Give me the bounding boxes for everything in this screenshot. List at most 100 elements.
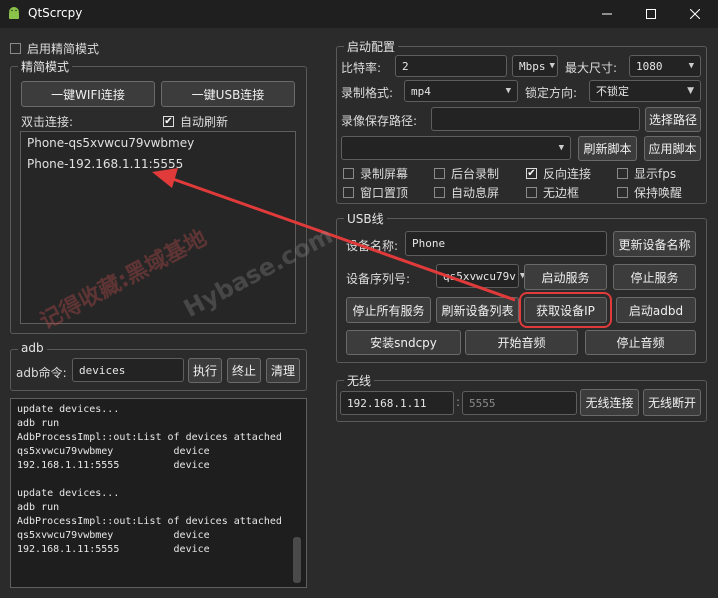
- device-list-item[interactable]: Phone-qs5xvwcu79vwbmey: [27, 136, 194, 150]
- stop-audio-button[interactable]: 停止音频: [585, 330, 696, 355]
- checkbox-box: [10, 43, 21, 54]
- checkbox-box: ✔: [163, 115, 174, 127]
- checkbox-label: 保持唤醒: [634, 186, 683, 200]
- minimize-icon: [602, 13, 612, 15]
- adb-group-title: adb: [18, 341, 47, 355]
- adb-command-input[interactable]: devices: [72, 358, 184, 382]
- bitrate-unit-select[interactable]: Mbps ▼: [512, 55, 558, 77]
- one-click-wifi-button[interactable]: 一键WIFI连接: [21, 81, 155, 107]
- max-size-select[interactable]: 1080 ▼: [629, 55, 701, 77]
- device-list-item[interactable]: Phone-192.168.1.11:5555: [27, 157, 183, 171]
- window-title: QtScrcpy: [28, 6, 83, 20]
- bitrate-input[interactable]: 2: [395, 55, 507, 77]
- chevron-down-icon: ▼: [687, 86, 694, 96]
- device-serial-value: qs5xvwcu79v: [443, 269, 516, 283]
- lock-orientation-label: 锁定方向:: [525, 86, 578, 100]
- device-name-label: 设备名称:: [346, 239, 399, 253]
- checkbox-box: [617, 168, 628, 179]
- checkbox-box: [343, 168, 354, 179]
- chevron-down-icon: ▼: [505, 86, 511, 96]
- auto-screen-off-checkbox[interactable]: 自动息屏: [434, 184, 499, 201]
- chevron-down-icon: ▼: [688, 61, 694, 71]
- record-screen-checkbox[interactable]: 录制屏幕: [343, 165, 408, 182]
- simple-mode-group-title: 精简模式: [18, 58, 73, 75]
- record-format-value: mp4: [411, 84, 431, 98]
- background-record-checkbox[interactable]: 后台录制: [434, 165, 499, 182]
- checkbox-box: [343, 187, 354, 198]
- record-format-label: 录制格式:: [341, 86, 394, 100]
- ip-port-separator: :: [456, 395, 461, 409]
- adb-command-label: adb命令:: [16, 366, 67, 380]
- wireless-disconnect-button[interactable]: 无线断开: [643, 389, 701, 416]
- bitrate-label: 比特率:: [341, 61, 382, 75]
- record-format-select[interactable]: mp4 ▼: [404, 80, 518, 102]
- android-app-icon: [9, 7, 19, 19]
- start-audio-button[interactable]: 开始音频: [465, 330, 578, 355]
- frameless-checkbox[interactable]: 无边框: [526, 184, 579, 201]
- install-sndcpy-button[interactable]: 安装sndcpy: [346, 330, 461, 355]
- usb-group-title: USB线: [344, 210, 387, 227]
- double-click-connect-label: 双击连接:: [21, 115, 74, 129]
- show-fps-checkbox[interactable]: 显示fps: [617, 165, 676, 182]
- checkbox-label: 录制屏幕: [360, 167, 409, 181]
- simple-mode-label: 启用精简模式: [27, 42, 100, 56]
- minimize-button[interactable]: [584, 0, 630, 28]
- checkbox-box: [617, 187, 628, 198]
- start-config-group-title: 启动配置: [344, 38, 399, 55]
- lock-orientation-value: 不锁定: [596, 85, 629, 98]
- stop-service-button[interactable]: 停止服务: [613, 264, 696, 290]
- update-device-name-button[interactable]: 更新设备名称: [613, 231, 696, 257]
- auto-refresh-checkbox[interactable]: ✔ 自动刷新: [163, 113, 228, 130]
- device-serial-select[interactable]: qs5xvwcu79v ▼: [436, 264, 525, 288]
- wireless-group-title: 无线: [344, 372, 375, 389]
- max-size-value: 1080: [636, 59, 663, 73]
- device-serial-label: 设备序列号:: [346, 272, 411, 286]
- checkbox-label: 显示fps: [634, 167, 677, 181]
- start-service-button[interactable]: 启动服务: [524, 264, 607, 290]
- checkbox-label: 自动息屏: [451, 186, 500, 200]
- wireless-connect-button[interactable]: 无线连接: [580, 389, 639, 416]
- maximize-icon: [646, 9, 656, 19]
- bitrate-unit-value: Mbps: [519, 59, 546, 73]
- keep-awake-checkbox[interactable]: 保持唤醒: [617, 184, 682, 201]
- checkbox-box: [434, 168, 445, 179]
- window-on-top-checkbox[interactable]: 窗口置顶: [343, 184, 408, 201]
- apply-script-button[interactable]: 应用脚本: [644, 136, 701, 161]
- clear-button[interactable]: 清理: [266, 358, 300, 383]
- wireless-port-input[interactable]: 5555: [462, 391, 577, 415]
- close-icon: [690, 9, 700, 19]
- close-button[interactable]: [672, 0, 718, 28]
- select-path-button[interactable]: 选择路径: [645, 107, 701, 132]
- start-adbd-button[interactable]: 启动adbd: [616, 297, 696, 323]
- terminate-button[interactable]: 终止: [227, 358, 261, 383]
- auto-refresh-label: 自动刷新: [180, 115, 229, 129]
- checkbox-box: ✔: [526, 167, 537, 179]
- simple-mode-checkbox[interactable]: 启用精简模式: [10, 40, 99, 57]
- console-scrollbar[interactable]: [293, 537, 301, 583]
- checkbox-label: 反向连接: [543, 167, 592, 181]
- checkbox-label: 后台录制: [451, 167, 500, 181]
- checkbox-label: 无边框: [543, 186, 580, 200]
- chevron-down-icon: ▼: [549, 61, 555, 71]
- refresh-script-button[interactable]: 刷新脚本: [578, 136, 637, 161]
- chevron-down-icon: ▼: [558, 143, 564, 153]
- console-output[interactable]: update devices... adb run AdbProcessImpl…: [10, 398, 307, 588]
- wireless-ip-input[interactable]: 192.168.1.11: [340, 391, 454, 415]
- maximize-button[interactable]: [628, 0, 674, 28]
- max-size-label: 最大尺寸:: [565, 61, 618, 75]
- record-save-path-input[interactable]: [431, 107, 640, 131]
- checkbox-box: [526, 187, 537, 198]
- lock-orientation-select[interactable]: 不锁定 ▼: [589, 80, 701, 102]
- highlight-annotation: [519, 292, 612, 328]
- stop-all-services-button[interactable]: 停止所有服务: [346, 297, 431, 323]
- checkbox-box: [434, 187, 445, 198]
- checkbox-label: 窗口置顶: [360, 186, 409, 200]
- device-name-input[interactable]: Phone: [405, 231, 607, 256]
- title-bar: QtScrcpy: [0, 0, 718, 28]
- reverse-connect-checkbox[interactable]: ✔ 反向连接: [526, 165, 591, 182]
- refresh-device-list-button[interactable]: 刷新设备列表: [436, 297, 519, 323]
- record-save-path-label: 录像保存路径:: [341, 114, 418, 128]
- one-click-usb-button[interactable]: 一键USB连接: [161, 81, 295, 107]
- script-select[interactable]: ▼: [341, 136, 571, 160]
- execute-button[interactable]: 执行: [188, 358, 222, 383]
